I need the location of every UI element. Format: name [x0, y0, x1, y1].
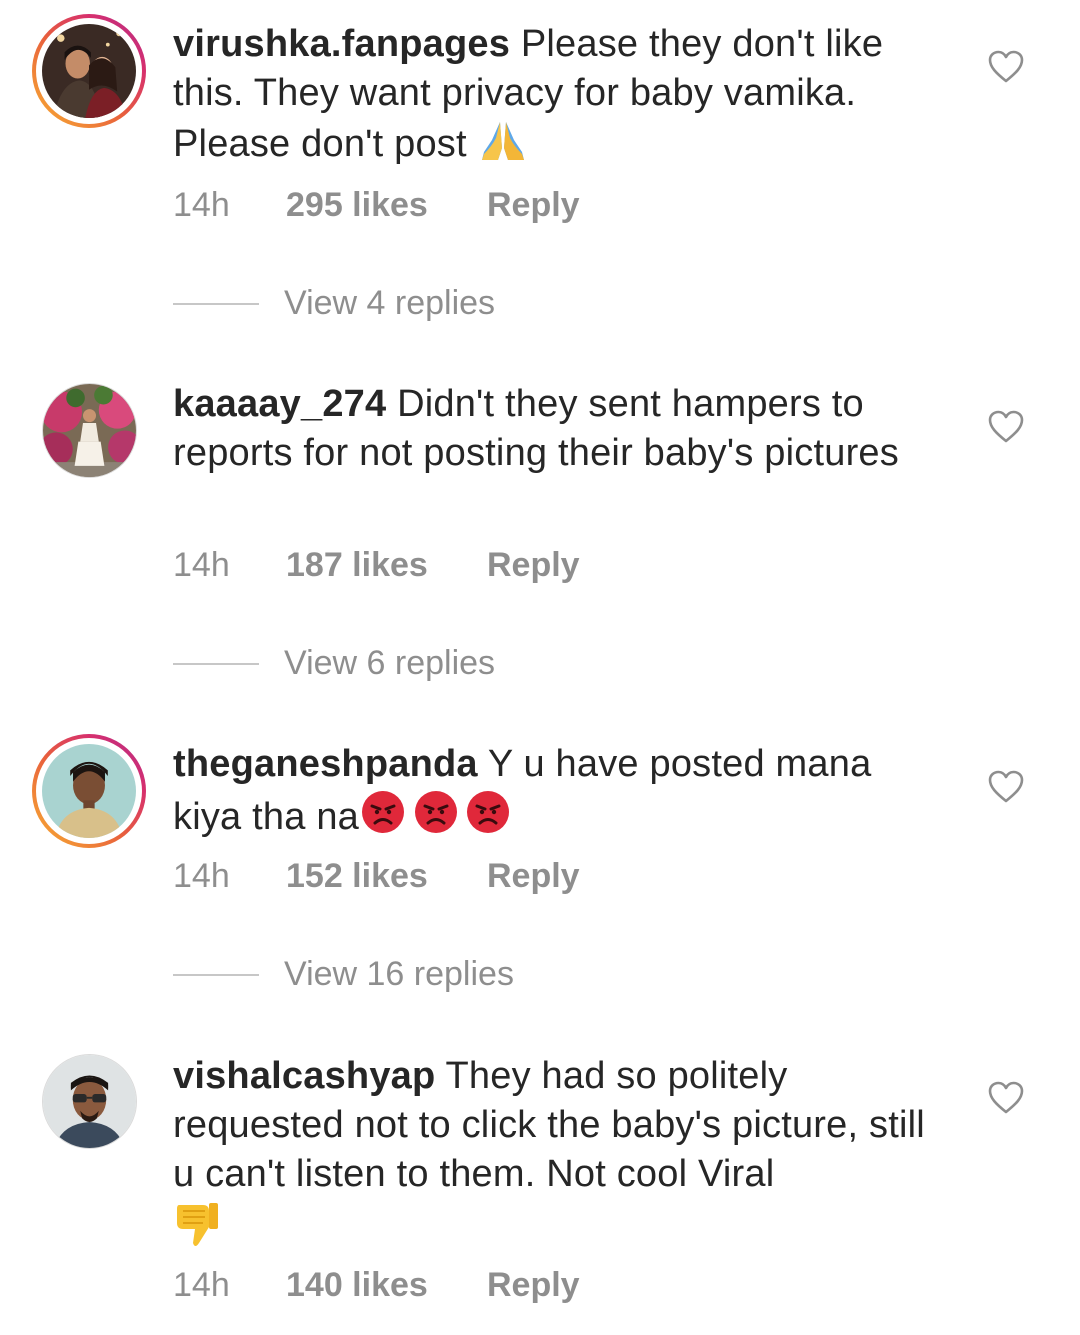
comment-text: theganeshpanda Y u have posted mana kiya… — [173, 740, 933, 848]
like-heart-icon[interactable] — [988, 1081, 1024, 1115]
comment-time: 14h — [173, 546, 230, 584]
comment-meta: 14h 295 likes Reply — [173, 186, 580, 225]
divider — [173, 302, 259, 305]
comment-text: vishalcashyap They had so politely reque… — [173, 1052, 933, 1262]
angry-face-icon — [359, 789, 513, 848]
comment-likes[interactable]: 295 likes — [286, 186, 487, 225]
avatar-image — [43, 1055, 136, 1148]
comment-time: 14h — [173, 857, 230, 895]
comment-username[interactable]: theganeshpanda — [173, 743, 478, 785]
comment-time: 14h — [173, 1266, 230, 1304]
view-replies-button[interactable]: View 4 replies — [173, 284, 495, 323]
avatar-image — [42, 744, 136, 838]
comment-meta: 14h 152 likes Reply — [173, 857, 580, 896]
folded-hands-icon — [478, 118, 528, 175]
like-heart-icon[interactable] — [988, 770, 1024, 804]
comment-meta: 14h 140 likes Reply — [173, 1266, 580, 1305]
view-replies-button[interactable]: View 6 replies — [173, 644, 495, 683]
comment-likes[interactable]: 187 likes — [286, 546, 487, 585]
divider — [173, 973, 259, 976]
comment-meta: 14h 187 likes Reply — [173, 546, 580, 585]
thumbs-down-icon — [173, 1199, 221, 1262]
avatar-image — [43, 384, 136, 477]
comment-likes[interactable]: 140 likes — [286, 1266, 487, 1305]
avatar[interactable] — [42, 1054, 137, 1149]
reply-button[interactable]: Reply — [487, 857, 580, 896]
avatar-image — [42, 24, 136, 118]
comment-time: 14h — [173, 186, 230, 224]
comment-username[interactable]: virushka.fanpages — [173, 23, 510, 65]
view-replies-label: View 16 replies — [284, 955, 514, 993]
divider — [173, 662, 259, 665]
reply-button[interactable]: Reply — [487, 1266, 580, 1305]
reply-button[interactable]: Reply — [487, 546, 580, 585]
comment-text: kaaaay_274 Didn't they sent hampers to r… — [173, 380, 933, 478]
view-replies-label: View 4 replies — [284, 284, 496, 322]
like-heart-icon[interactable] — [988, 410, 1024, 444]
avatar[interactable] — [42, 383, 137, 478]
reply-button[interactable]: Reply — [487, 186, 580, 225]
like-heart-icon[interactable] — [988, 50, 1024, 84]
avatar[interactable] — [32, 14, 146, 128]
comment-text: virushka.fanpages Please they don't like… — [173, 20, 933, 175]
comment-likes[interactable]: 152 likes — [286, 857, 487, 896]
avatar[interactable] — [32, 734, 146, 848]
view-replies-button[interactable]: View 16 replies — [173, 955, 514, 994]
comment-username[interactable]: vishalcashyap — [173, 1055, 435, 1097]
comment-username[interactable]: kaaaay_274 — [173, 383, 386, 425]
view-replies-label: View 6 replies — [284, 644, 496, 682]
